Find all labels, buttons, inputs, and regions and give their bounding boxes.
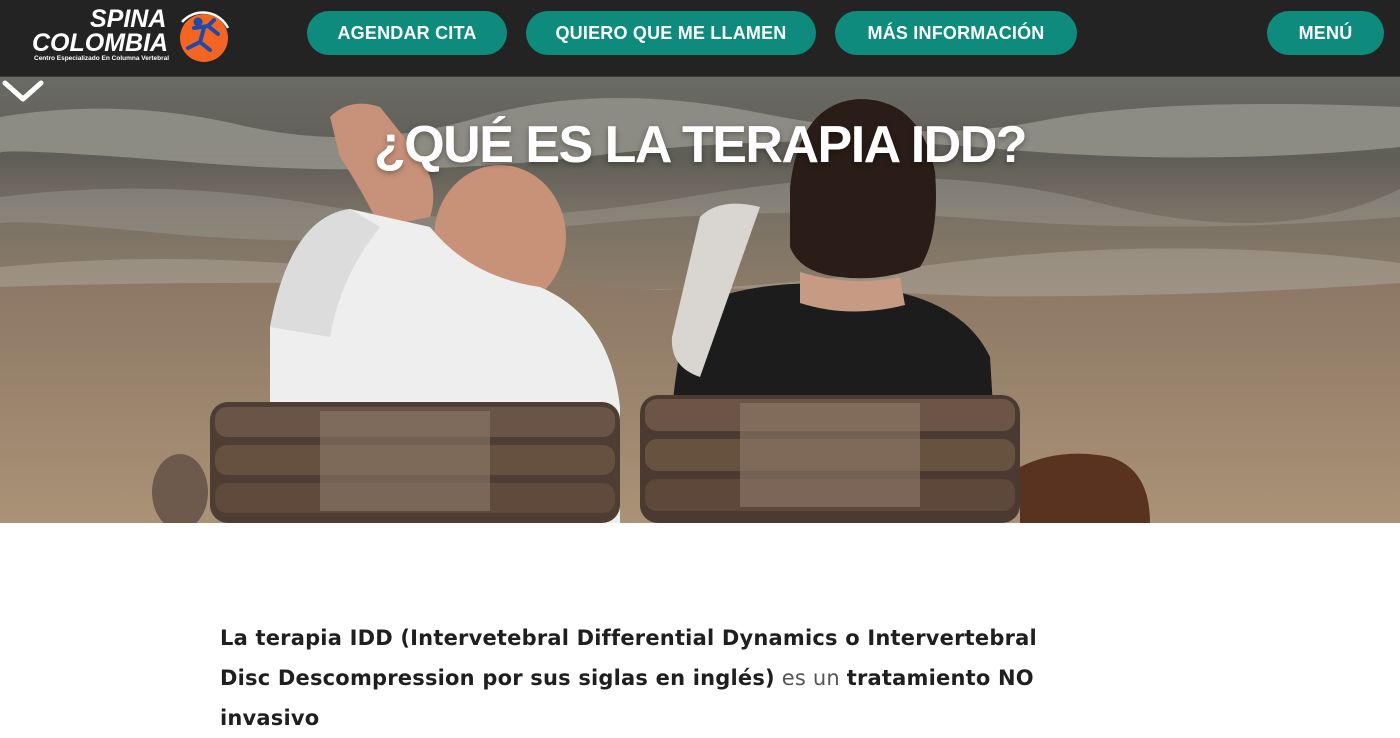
- logo-tagline: Centro Especializado En Columna Vertebra…: [34, 55, 170, 62]
- intro-line-1: La terapia IDD (Intervetebral Differenti…: [220, 618, 1120, 658]
- intro-bold-text: Disc Descompression por sus siglas en in…: [220, 666, 775, 690]
- intro-paragraph: La terapia IDD (Intervetebral Differenti…: [220, 618, 1120, 738]
- menu-button[interactable]: MENÚ: [1267, 11, 1384, 55]
- chevron-down-icon[interactable]: [0, 77, 46, 107]
- more-info-button[interactable]: MÁS INFORMACIÓN: [835, 11, 1077, 55]
- intro-bold-text: La terapia IDD (Intervetebral Differenti…: [220, 626, 1037, 650]
- intro-normal-text: es un: [774, 666, 847, 690]
- logo-text-colombia: COLOMBIA: [32, 29, 169, 57]
- runner-spine-logo-icon: [180, 11, 230, 62]
- spina-colombia-logo[interactable]: SPINA COLOMBIA Centro Especializado En C…: [32, 4, 237, 70]
- site-header: SPINA COLOMBIA Centro Especializado En C…: [0, 0, 1400, 77]
- hero-title: ¿QUÉ ES LA TERAPIA IDD?: [373, 116, 1028, 174]
- intro-line-2: Disc Descompression por sus siglas en in…: [220, 658, 1120, 738]
- hero-section: ¿QUÉ ES LA TERAPIA IDD?: [0, 77, 1400, 523]
- agendar-cita-button[interactable]: AGENDAR CITA: [307, 11, 507, 55]
- call-me-button[interactable]: QUIERO QUE ME LLAMEN: [526, 11, 816, 55]
